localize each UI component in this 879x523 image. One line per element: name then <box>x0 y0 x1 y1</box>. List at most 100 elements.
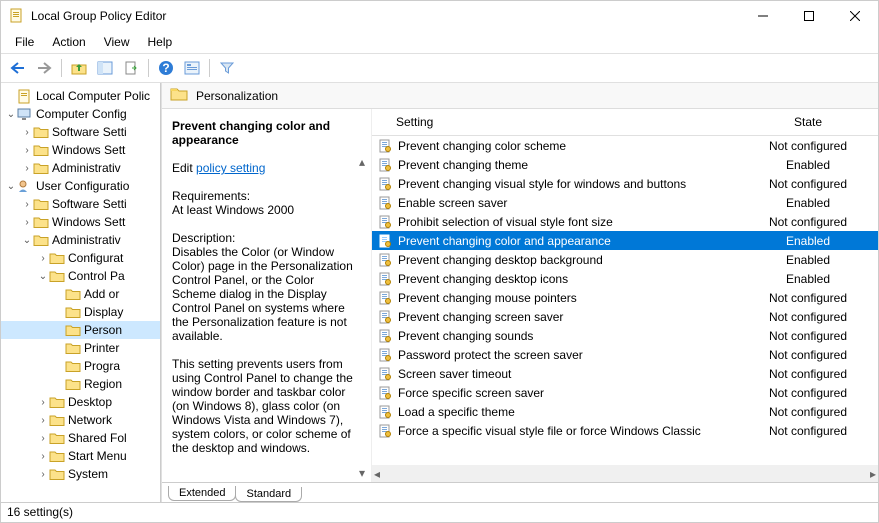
setting-row[interactable]: Enable screen saverEnabled <box>372 193 878 212</box>
folder-icon <box>49 413 65 427</box>
properties-button[interactable] <box>181 57 203 79</box>
chevron-right-icon[interactable]: › <box>37 451 49 462</box>
policy-icon <box>378 253 392 267</box>
tree-item[interactable]: ⌄Administrativ <box>1 231 160 249</box>
setting-row[interactable]: Force a specific visual style file or fo… <box>372 421 878 440</box>
menu-action[interactable]: Action <box>44 33 93 51</box>
setting-state: Not configured <box>738 177 878 191</box>
chevron-right-icon[interactable]: › <box>37 469 49 480</box>
chevron-down-icon[interactable]: ⌄ <box>21 235 33 246</box>
chevron-right-icon[interactable]: › <box>37 415 49 426</box>
column-setting[interactable]: Setting <box>372 109 738 135</box>
tree-item[interactable]: ›Shared Fol <box>1 429 160 447</box>
column-state[interactable]: State <box>738 109 878 135</box>
setting-name: Force a specific visual style file or fo… <box>398 424 701 438</box>
tree-item[interactable]: Display <box>1 303 160 321</box>
view-tabs: Extended Standard <box>162 482 878 502</box>
setting-row[interactable]: Prevent changing screen saverNot configu… <box>372 307 878 326</box>
setting-row[interactable]: Prevent changing desktop iconsEnabled <box>372 269 878 288</box>
close-button[interactable] <box>832 1 878 31</box>
edit-policy-link[interactable]: policy setting <box>196 161 265 175</box>
toolbar-separator <box>61 59 62 77</box>
setting-name: Password protect the screen saver <box>398 348 583 362</box>
tree-item[interactable]: Add or <box>1 285 160 303</box>
tab-extended[interactable]: Extended <box>168 486 236 501</box>
filter-button[interactable] <box>216 57 238 79</box>
setting-row[interactable]: Screen saver timeoutNot configured <box>372 364 878 383</box>
scroll-down-icon[interactable]: ▾ <box>355 466 369 480</box>
tree-item[interactable]: ⌄Control Pa <box>1 267 160 285</box>
chevron-right-icon[interactable]: › <box>37 433 49 444</box>
setting-row[interactable]: Prevent changing color and appearanceEna… <box>372 231 878 250</box>
export-list-button[interactable] <box>120 57 142 79</box>
chevron-down-icon[interactable]: ⌄ <box>5 181 17 192</box>
setting-row[interactable]: Prohibit selection of visual style font … <box>372 212 878 231</box>
menu-view[interactable]: View <box>96 33 138 51</box>
tree-item[interactable]: › Administrativ <box>1 159 160 177</box>
setting-row[interactable]: Password protect the screen saverNot con… <box>372 345 878 364</box>
setting-name: Prevent changing desktop background <box>398 253 603 267</box>
minimize-button[interactable] <box>740 1 786 31</box>
tree-item[interactable]: ›Start Menu <box>1 447 160 465</box>
setting-row[interactable]: Prevent changing desktop backgroundEnabl… <box>372 250 878 269</box>
tree-item[interactable]: ›Windows Sett <box>1 141 160 159</box>
tree-item[interactable]: Printer <box>1 339 160 357</box>
chevron-right-icon[interactable]: › <box>21 127 33 138</box>
tree-item-label: Display <box>84 305 123 319</box>
tree-item[interactable]: Progra <box>1 357 160 375</box>
tree-item-label: Administrativ <box>52 161 121 175</box>
scroll-up-icon[interactable]: ▴ <box>355 155 369 169</box>
setting-row[interactable]: Prevent changing mouse pointersNot confi… <box>372 288 878 307</box>
up-folder-button[interactable] <box>68 57 90 79</box>
tree-item-label: Progra <box>84 359 120 373</box>
setting-name: Prevent changing color scheme <box>398 139 566 153</box>
tree-item[interactable]: ›Windows Sett <box>1 213 160 231</box>
setting-row[interactable]: Prevent changing visual style for window… <box>372 174 878 193</box>
forward-button[interactable] <box>33 57 55 79</box>
maximize-button[interactable] <box>786 1 832 31</box>
setting-row[interactable]: Force specific screen saverNot configure… <box>372 383 878 402</box>
folder-icon <box>33 143 49 157</box>
chevron-down-icon[interactable]: ⌄ <box>37 271 49 282</box>
chevron-right-icon[interactable]: › <box>37 253 49 264</box>
tab-standard[interactable]: Standard <box>235 487 302 502</box>
tree-item[interactable]: ›Network <box>1 411 160 429</box>
menu-help[interactable]: Help <box>140 33 181 51</box>
tree-item[interactable]: Local Computer Polic <box>1 87 160 105</box>
tree-item[interactable]: › Software Setti <box>1 123 160 141</box>
show-hide-tree-button[interactable] <box>94 57 116 79</box>
tree-item[interactable]: Region <box>1 375 160 393</box>
tree-item[interactable]: ⌄Computer Config <box>1 105 160 123</box>
chevron-right-icon[interactable]: › <box>21 145 33 156</box>
computer-icon <box>17 107 33 121</box>
help-button[interactable]: ? <box>155 57 177 79</box>
list-body[interactable]: Prevent changing color scheme Not configu… <box>372 136 878 465</box>
tree-item[interactable]: ›Desktop <box>1 393 160 411</box>
back-button[interactable] <box>7 57 29 79</box>
chevron-right-icon[interactable]: › <box>21 199 33 210</box>
tree-item[interactable]: ›System <box>1 465 160 483</box>
setting-row[interactable]: Prevent changing themeEnabled <box>372 155 878 174</box>
tree-item-label: Software Setti <box>52 125 127 139</box>
description-body-2: This setting prevents users from using C… <box>172 357 353 455</box>
setting-state: Not configured <box>738 215 878 229</box>
horizontal-scrollbar[interactable]: ◂▸ <box>372 465 878 482</box>
tree-item[interactable]: › Configurat <box>1 249 160 267</box>
tree-item-label: Configurat <box>68 251 123 265</box>
setting-row[interactable]: Load a specific themeNot configured <box>372 402 878 421</box>
chevron-right-icon[interactable]: › <box>21 217 33 228</box>
setting-name: Prevent changing desktop icons <box>398 272 568 286</box>
tree-pane[interactable]: Local Computer Polic⌄Computer Config › Sof… <box>1 83 161 502</box>
chevron-right-icon[interactable]: › <box>21 163 33 174</box>
setting-state: Enabled <box>738 234 878 248</box>
chevron-right-icon[interactable]: › <box>37 397 49 408</box>
menu-file[interactable]: File <box>7 33 42 51</box>
setting-row[interactable]: Prevent changing color schemeNot configu… <box>372 136 878 155</box>
setting-row[interactable]: Prevent changing soundsNot configured <box>372 326 878 345</box>
folder-icon <box>33 125 49 139</box>
tree-item-label: Add or <box>84 287 119 301</box>
tree-item[interactable]: ›Software Setti <box>1 195 160 213</box>
chevron-down-icon[interactable]: ⌄ <box>5 109 17 120</box>
tree-item[interactable]: Person <box>1 321 160 339</box>
tree-item[interactable]: ⌄User Configuratio <box>1 177 160 195</box>
